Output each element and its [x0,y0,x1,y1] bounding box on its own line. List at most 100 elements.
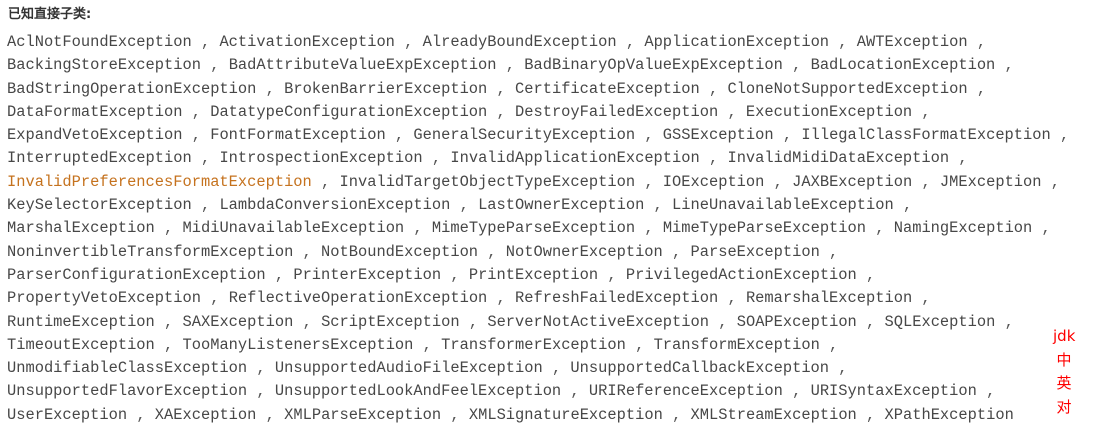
subclass-link[interactable]: BadLocationException [811,56,996,74]
separator: , [699,79,728,98]
subclass-row: InvalidPreferencesFormatException , Inva… [7,171,1082,194]
subclass-link[interactable]: InvalidMidiDataException [727,149,949,167]
separator: , [1041,172,1061,191]
subclass-link[interactable]: NotOwnerException [506,243,663,261]
subclass-link[interactable]: RefreshFailedException [515,289,718,307]
separator: , [773,126,802,145]
subclass-link[interactable]: GeneralSecurityException [413,126,635,144]
subclass-link[interactable]: RuntimeException [7,313,155,331]
subclass-link[interactable]: UnsupportedAudioFileException [275,359,543,377]
subclass-link[interactable]: PrinterException [293,266,441,284]
subclass-link[interactable]: NamingException [894,219,1033,237]
subclass-link[interactable]: TooManyListenersException [183,336,414,354]
separator: , [154,335,183,354]
separator: , [487,102,515,121]
subclass-link[interactable]: IOException [663,173,765,191]
subclass-link[interactable]: AWTException [857,33,968,51]
subclass-link[interactable]: UserException [7,406,127,424]
separator: , [782,56,811,75]
subclass-link[interactable]: XAException [155,406,257,424]
subclass-link[interactable]: ExpandVetoException [7,126,182,144]
subclass-link[interactable]: SOAPException [737,313,857,331]
subclass-link[interactable]: LastOwnerException [478,196,644,214]
subclass-link[interactable]: ScriptException [321,313,460,331]
subclass-link[interactable]: ExecutionException [746,103,912,121]
separator: , [247,382,275,401]
subclass-link[interactable]: ParseException [691,243,820,261]
subclass-link[interactable]: SQLException [885,313,996,331]
subclass-link[interactable]: CloneNotSupportedException [727,80,967,98]
subclass-link[interactable]: MimeTypeParseException [663,219,866,237]
subclass-row: PropertyVetoException , ReflectiveOperat… [7,287,1082,310]
subclass-link[interactable]: XMLParseException [284,406,441,424]
subclass-link[interactable]: IllegalClassFormatException [801,126,1050,144]
subclass-link[interactable]: InvalidApplicationException [450,149,699,167]
subclass-link[interactable]: KeySelectorException [7,196,192,214]
subclass-link[interactable]: NotBoundException [321,243,478,261]
separator: , [256,405,285,424]
known-subclasses-heading: 已知直接子类: [8,7,92,22]
subclass-link[interactable]: LambdaConversionException [219,196,450,214]
subclass-link[interactable]: TimeoutException [7,336,155,354]
separator: , [699,149,728,168]
subclass-link[interactable]: MidiUnavailableException [183,219,405,237]
separator: , [819,242,839,261]
subclass-link[interactable]: DataFormatException [7,103,182,121]
subclass-link[interactable]: InvalidPreferencesFormatException [7,173,312,191]
handwritten-annotation: jdk 中英对 [1053,325,1075,419]
subclass-link[interactable]: BadAttributeValueExpException [229,56,497,74]
subclass-link[interactable]: NoninvertibleTransformException [7,243,293,261]
subclass-link[interactable]: URISyntaxException [811,382,977,400]
subclass-link[interactable]: PrivilegedActionException [626,266,857,284]
subclass-link[interactable]: JMException [940,173,1042,191]
subclass-link[interactable]: TransformerException [441,336,626,354]
subclass-link[interactable]: DestroyFailedException [515,103,718,121]
separator: , [154,312,183,331]
subclass-row: MarshalException , MidiUnavailableExcept… [7,217,1082,240]
subclass-link[interactable]: InterruptedException [7,149,192,167]
subclass-link[interactable]: ReflectiveOperationException [229,289,488,307]
subclass-link[interactable]: GSSException [663,126,774,144]
subclass-link[interactable]: MimeTypeParseException [432,219,635,237]
subclass-link[interactable]: AclNotFoundException [7,33,192,51]
subclass-link[interactable]: MarshalException [7,219,155,237]
subclass-link[interactable]: PropertyVetoException [7,289,201,307]
separator: , [385,126,414,145]
separator: , [995,312,1014,331]
subclass-link[interactable]: XMLStreamException [691,406,857,424]
subclass-link[interactable]: TransformException [654,336,820,354]
subclass-link[interactable]: ParserConfigurationException [7,266,266,284]
subclass-link[interactable]: InvalidTargetObjectTypeException [340,173,636,191]
subclass-link[interactable]: IntrospectionException [219,149,422,167]
subclass-link[interactable]: UnmodifiableClassException [7,359,247,377]
separator: , [616,33,645,51]
subclass-link[interactable]: SAXException [183,313,294,331]
subclass-link[interactable]: BadBinaryOpValueExpException [524,56,783,74]
separator: , [1050,126,1070,145]
subclass-link[interactable]: XMLSignatureException [469,406,663,424]
separator: , [478,242,506,261]
separator: , [856,265,876,284]
subclass-link[interactable]: BrokenBarrierException [284,80,487,98]
subclass-link[interactable]: ActivationException [219,33,394,51]
subclass-link[interactable]: UnsupportedFlavorException [7,382,247,400]
subclass-link[interactable]: ApplicationException [644,33,829,51]
separator: , [487,79,516,98]
subclass-link[interactable]: BackingStoreException [7,56,201,74]
subclass-link[interactable]: XPathException [885,406,1014,424]
subclass-link[interactable]: URIReferenceException [589,382,783,400]
subclass-link[interactable]: RemarshalException [746,289,912,307]
subclass-link[interactable]: UnsupportedCallbackException [570,359,829,377]
subclass-link[interactable]: ServerNotActiveException [487,313,709,331]
subclass-link[interactable]: AlreadyBoundException [423,33,617,51]
subclass-link[interactable]: FontFormatException [210,126,385,144]
separator: , [912,102,931,121]
subclass-link[interactable]: JAXBException [792,173,912,191]
subclass-link[interactable]: PrintException [469,266,598,284]
subclass-link[interactable]: LineUnavailableException [672,196,894,214]
subclass-link[interactable]: BadStringOperationException [7,80,256,98]
separator: , [709,312,737,331]
subclass-link[interactable]: UnsupportedLookAndFeelException [275,382,561,400]
subclass-link[interactable]: CertificateException [515,80,700,98]
subclass-link[interactable]: DatatypeConfigurationException [210,103,487,121]
